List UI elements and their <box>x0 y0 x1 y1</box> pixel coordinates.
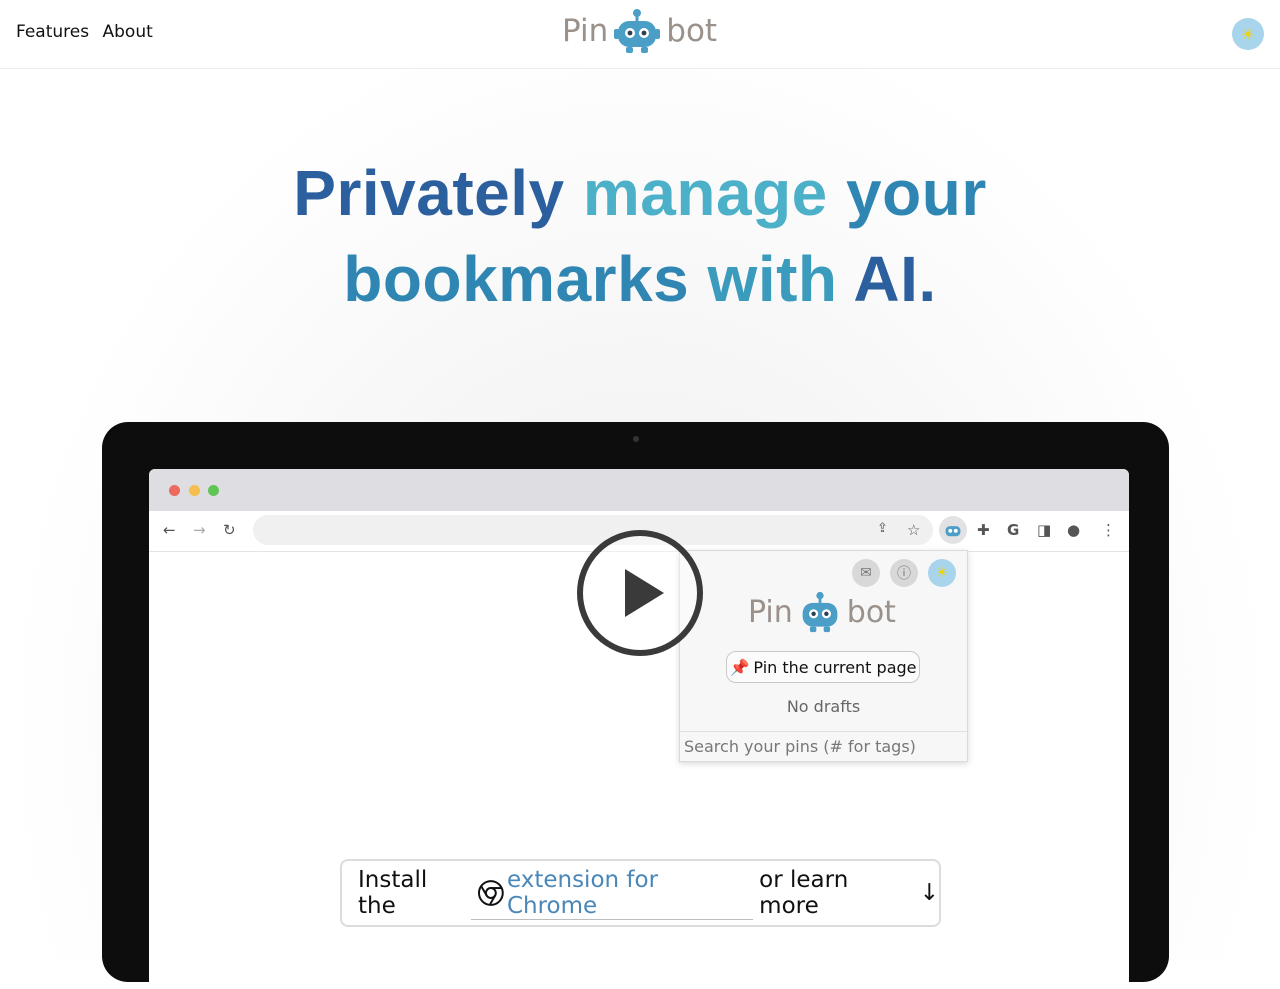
window-zoom-dot <box>208 485 219 496</box>
chrome-icon <box>478 879 504 906</box>
pin-icon: 📌 <box>729 657 750 677</box>
headline-word: your <box>846 157 987 229</box>
brand-logo[interactable]: Pin bot <box>562 6 717 56</box>
info-icon: ⓘ <box>890 559 918 587</box>
robot-logo-icon <box>614 9 661 53</box>
side-panel-icon: ◨ <box>1037 521 1052 539</box>
puzzle-extensions-icon: ✚ <box>977 521 990 539</box>
sun-icon: ☀ <box>1240 24 1256 44</box>
theme-toggle-button[interactable]: ☀ <box>1232 18 1264 50</box>
arrow-down-icon[interactable]: ↓ <box>920 880 939 906</box>
brand-text-bot: bot <box>666 13 718 49</box>
cta-prefix: Install the <box>358 867 428 919</box>
main-nav: Features About <box>16 22 161 42</box>
nav-link-features[interactable]: Features <box>16 22 89 42</box>
nav-link-about[interactable]: About <box>103 22 153 42</box>
browser-titlebar <box>149 469 1129 511</box>
headline-word: with <box>707 243 838 315</box>
pins-search-field: Search your pins (# for tags) <box>680 731 967 761</box>
sun-icon: ☀ <box>928 559 956 587</box>
window-minimize-dot <box>189 485 200 496</box>
play-video-button[interactable] <box>576 529 704 657</box>
brand-text-pin: Pin <box>748 594 793 630</box>
headline-word: AI. <box>853 243 937 315</box>
robot-logo-icon <box>802 591 838 633</box>
install-cta-box: Install the extension for Chrome or lear… <box>340 859 941 927</box>
star-icon: ☆ <box>907 521 921 539</box>
cta-suffix: or learn more <box>759 867 849 919</box>
chrome-link-text: extension for Chrome <box>506 866 659 919</box>
window-close-dot <box>169 485 180 496</box>
chrome-extension-link[interactable]: extension for Chrome <box>471 866 754 920</box>
headline-word: manage <box>582 157 828 229</box>
pin-button-label: Pin the current page <box>753 657 917 677</box>
reload-icon: ↻ <box>223 521 236 539</box>
share-icon: ⇪ <box>877 521 888 536</box>
back-arrow-icon: ← <box>163 521 176 539</box>
robot-icon <box>945 526 961 537</box>
pinbot-extension-button <box>939 516 967 544</box>
extension-popup: ✉ ⓘ ☀ Pin bot 📌 Pin the current page No … <box>679 550 968 762</box>
top-navigation-bar: Features About Pin bot ☀ <box>0 0 1280 69</box>
hero-headline: Privately manage your bookmarks with AI. <box>0 150 1280 322</box>
mail-icon: ✉ <box>852 559 880 587</box>
headline-word: bookmarks <box>343 243 690 315</box>
pin-current-page-button: 📌 Pin the current page <box>726 651 920 683</box>
google-icon: G <box>1007 521 1020 539</box>
forward-arrow-icon: → <box>193 521 206 539</box>
drafts-status: No drafts <box>786 697 861 716</box>
headline-word: Privately <box>293 157 565 229</box>
webcam-dot <box>633 436 639 442</box>
brand-text-bot: bot <box>846 594 896 630</box>
popup-brand-logo: Pin bot <box>748 591 896 633</box>
more-menu-icon: ⋮ <box>1101 521 1116 539</box>
brand-text-pin: Pin <box>562 13 609 49</box>
profile-icon: ● <box>1067 521 1081 539</box>
